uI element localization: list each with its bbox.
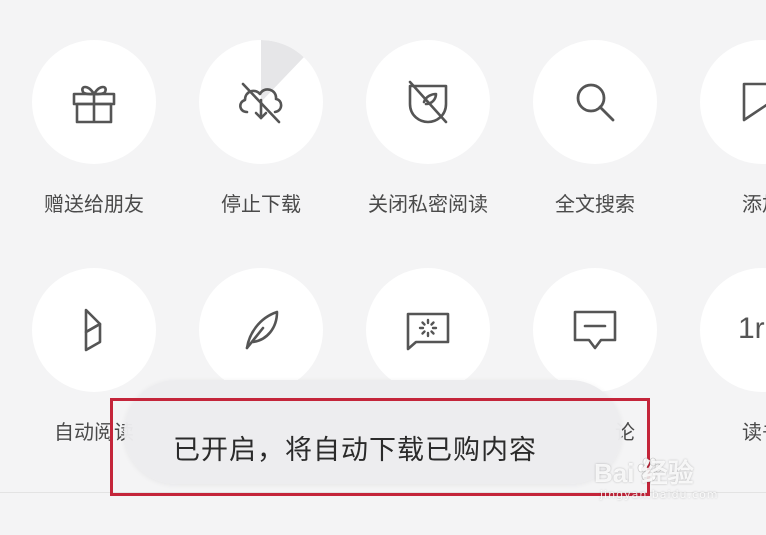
action-circle: 1r	[700, 268, 766, 392]
action-sheet: 赠送给朋友 停止下载 关闭私密阅读 全文搜索 添 自动阅读 论 1r 读 已开启…	[0, 0, 766, 535]
private-reading-off-icon	[408, 80, 448, 124]
bookmark-icon	[742, 82, 766, 122]
toast-highlight-box: 已开启，将自动下载已购内容	[110, 398, 650, 496]
cloud-download-off-icon	[239, 82, 283, 124]
auto-read-icon	[84, 308, 102, 352]
stop-download-button[interactable]: 停止下载	[199, 40, 323, 216]
full-text-search-label: 全文搜索	[555, 192, 635, 216]
action-circle	[533, 268, 657, 392]
close-private-reading-button[interactable]: 关闭私密阅读	[366, 40, 490, 216]
gift-to-friend-label: 赠送给朋友	[44, 192, 144, 216]
action-circle	[366, 40, 490, 164]
add-bookmark-label: 添加	[742, 192, 766, 216]
close-private-reading-label: 关闭私密阅读	[368, 192, 488, 216]
toast-message: 已开启，将自动下载已购内容	[173, 434, 537, 466]
full-text-search-button[interactable]: 全文搜索	[533, 40, 657, 216]
feather-icon	[245, 310, 279, 350]
gift-to-friend-button[interactable]: 赠送给朋友	[32, 40, 156, 216]
reading-speed-icon: 1r	[738, 312, 765, 345]
comment-icon	[573, 310, 617, 350]
watermark-url: jingyan.baidu.com	[600, 488, 719, 501]
stop-download-label: 停止下载	[221, 192, 301, 216]
action-circle	[700, 40, 766, 164]
search-icon	[576, 83, 615, 122]
action-circle	[32, 268, 156, 392]
action-circle	[366, 268, 490, 392]
reading-speed-button[interactable]: 1r 读书	[700, 268, 766, 444]
action-circle	[199, 268, 323, 392]
watermark-logo: Bai 经验	[594, 458, 694, 488]
action-circle	[32, 40, 156, 164]
add-bookmark-button[interactable]: 添加	[700, 40, 766, 216]
watermark: Bai 经验 jingyan.baidu.com	[590, 457, 740, 518]
bullet-comment-icon	[406, 312, 450, 351]
action-circle	[533, 40, 657, 164]
gift-icon	[72, 85, 116, 124]
action-circle	[199, 40, 323, 164]
reading-speed-label: 读书	[742, 420, 766, 444]
